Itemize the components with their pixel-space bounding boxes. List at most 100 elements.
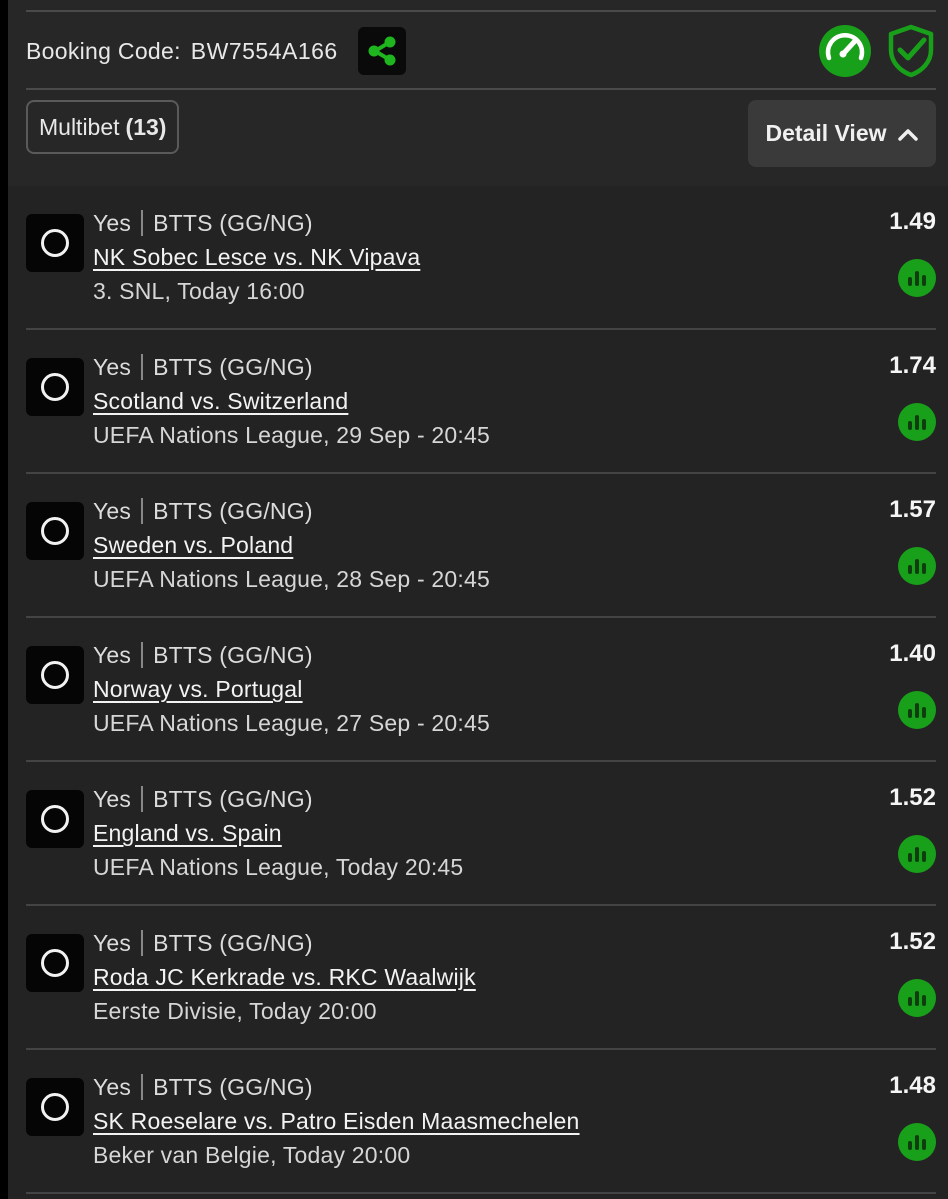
separator xyxy=(141,1074,144,1100)
bet-item: Yes BTTS (GG/NG) England vs. Spain UEFA … xyxy=(26,762,936,906)
bet-list: Yes BTTS (GG/NG) NK Sobec Lesce vs. NK V… xyxy=(8,186,948,1199)
stats-button[interactable] xyxy=(898,259,936,297)
bet-odds: 1.40 xyxy=(889,640,936,667)
radio-circle-icon xyxy=(41,949,69,977)
share-icon xyxy=(368,36,396,66)
match-link[interactable]: Sweden vs. Poland xyxy=(93,528,836,562)
bet-selection: Yes xyxy=(93,209,132,236)
bet-market: BTTS (GG/NG) xyxy=(153,209,313,236)
detail-view-label: Detail View xyxy=(765,120,887,146)
bet-details: Yes BTTS (GG/NG) Roda JC Kerkrade vs. RK… xyxy=(93,926,836,1028)
bet-selection-row: Yes BTTS (GG/NG) xyxy=(93,926,836,960)
bet-market: BTTS (GG/NG) xyxy=(153,785,313,812)
bar-chart-icon xyxy=(908,559,926,574)
bet-market: BTTS (GG/NG) xyxy=(153,497,313,524)
bet-market: BTTS (GG/NG) xyxy=(153,641,313,668)
bar-chart-icon xyxy=(908,1135,926,1150)
chevron-up-icon xyxy=(897,128,918,141)
bet-details: Yes BTTS (GG/NG) England vs. Spain UEFA … xyxy=(93,782,836,884)
bet-selection: Yes xyxy=(93,785,132,812)
match-link[interactable]: Scotland vs. Switzerland xyxy=(93,384,836,418)
bet-odds: 1.49 xyxy=(889,208,936,235)
stats-button[interactable] xyxy=(898,979,936,1017)
match-info: 3. SNL, Today 16:00 xyxy=(93,278,305,304)
bet-odds: 1.57 xyxy=(889,496,936,523)
radio-circle-icon xyxy=(41,517,69,545)
bet-selection: Yes xyxy=(93,929,132,956)
booking-code-label: Booking Code: xyxy=(26,37,181,64)
bar-chart-icon xyxy=(908,703,926,718)
bet-details: Yes BTTS (GG/NG) Sweden vs. Poland UEFA … xyxy=(93,494,836,596)
separator xyxy=(141,354,144,380)
bet-odds: 1.52 xyxy=(889,928,936,955)
speedometer-icon[interactable] xyxy=(818,24,872,78)
radio-circle-icon xyxy=(41,1093,69,1121)
separator xyxy=(141,498,144,524)
match-link[interactable]: SK Roeselare vs. Patro Eisden Maasmechel… xyxy=(93,1104,836,1138)
separator xyxy=(141,210,144,236)
bet-selection: Yes xyxy=(93,497,132,524)
header-divider xyxy=(26,88,936,90)
betslip-page: Booking Code: BW7554A166 Multibet (13) D… xyxy=(8,0,948,1199)
bet-selection: Yes xyxy=(93,1073,132,1100)
bet-selection-row: Yes BTTS (GG/NG) xyxy=(93,782,836,816)
bet-market: BTTS (GG/NG) xyxy=(153,1073,313,1100)
match-info: UEFA Nations League, 29 Sep - 20:45 xyxy=(93,422,490,448)
stats-button[interactable] xyxy=(898,403,936,441)
multibet-label: Multibet xyxy=(39,113,120,140)
stats-button[interactable] xyxy=(898,547,936,585)
match-info: UEFA Nations League, 27 Sep - 20:45 xyxy=(93,710,490,736)
bar-chart-icon xyxy=(908,847,926,862)
bet-selection-row: Yes BTTS (GG/NG) xyxy=(93,206,836,240)
bet-item: Yes BTTS (GG/NG) Sweden vs. Poland UEFA … xyxy=(26,474,936,618)
separator xyxy=(141,642,144,668)
bet-selection-row: Yes BTTS (GG/NG) xyxy=(93,638,836,672)
bet-item: Yes BTTS (GG/NG) Scotland vs. Switzerlan… xyxy=(26,330,936,474)
match-info: Beker van Belgie, Today 20:00 xyxy=(93,1142,411,1168)
multibet-count: (13) xyxy=(125,113,167,140)
bet-item: Yes BTTS (GG/NG) SK Roeselare vs. Patro … xyxy=(26,1050,936,1194)
bet-details: Yes BTTS (GG/NG) SK Roeselare vs. Patro … xyxy=(93,1070,836,1172)
select-bet-radio[interactable] xyxy=(26,502,84,560)
bar-chart-icon xyxy=(908,991,926,1006)
separator xyxy=(141,930,144,956)
bet-selection-row: Yes BTTS (GG/NG) xyxy=(93,1070,836,1104)
separator xyxy=(141,786,144,812)
match-info: UEFA Nations League, 28 Sep - 20:45 xyxy=(93,566,490,592)
top-divider xyxy=(26,10,936,12)
stats-button[interactable] xyxy=(898,1123,936,1161)
select-bet-radio[interactable] xyxy=(26,214,84,272)
bar-chart-icon xyxy=(908,271,926,286)
detail-view-toggle[interactable]: Detail View xyxy=(748,100,936,167)
select-bet-radio[interactable] xyxy=(26,790,84,848)
radio-circle-icon xyxy=(41,373,69,401)
match-link[interactable]: Roda JC Kerkrade vs. RKC Waalwijk xyxy=(93,960,836,994)
bet-odds: 1.48 xyxy=(889,1072,936,1099)
select-bet-radio[interactable] xyxy=(26,358,84,416)
shield-check-icon[interactable] xyxy=(886,24,936,78)
bet-item: Yes BTTS (GG/NG) Norway vs. Portugal UEF… xyxy=(26,618,936,762)
share-button[interactable] xyxy=(357,27,406,75)
match-link[interactable]: Norway vs. Portugal xyxy=(93,672,836,706)
bet-item: Yes BTTS (GG/NG) Roda JC Kerkrade vs. RK… xyxy=(26,906,936,1050)
bet-item: Yes BTTS (GG/NG) NK Sobec Lesce vs. NK V… xyxy=(26,186,936,330)
bet-details: Yes BTTS (GG/NG) NK Sobec Lesce vs. NK V… xyxy=(93,206,836,308)
select-bet-radio[interactable] xyxy=(26,1078,84,1136)
match-link[interactable]: NK Sobec Lesce vs. NK Vipava xyxy=(93,240,836,274)
bet-selection: Yes xyxy=(93,641,132,668)
bet-odds: 1.74 xyxy=(889,352,936,379)
bet-odds: 1.52 xyxy=(889,784,936,811)
bet-selection-row: Yes BTTS (GG/NG) xyxy=(93,350,836,384)
header-actions xyxy=(818,24,936,78)
match-link[interactable]: England vs. Spain xyxy=(93,816,836,850)
multibet-tab[interactable]: Multibet (13) xyxy=(26,100,180,154)
bet-details: Yes BTTS (GG/NG) Norway vs. Portugal UEF… xyxy=(93,638,836,740)
stats-button[interactable] xyxy=(898,691,936,729)
radio-circle-icon xyxy=(41,805,69,833)
bar-chart-icon xyxy=(908,415,926,430)
stats-button[interactable] xyxy=(898,835,936,873)
select-bet-radio[interactable] xyxy=(26,646,84,704)
bet-selection-row: Yes BTTS (GG/NG) xyxy=(93,494,836,528)
select-bet-radio[interactable] xyxy=(26,934,84,992)
bet-selection: Yes xyxy=(93,353,132,380)
